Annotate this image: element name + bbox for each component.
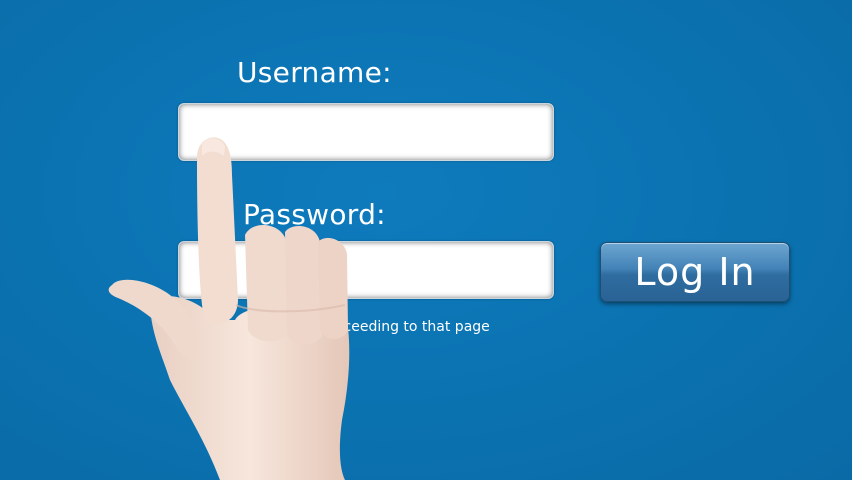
- note-fragment-end: ceeding to that page: [343, 319, 490, 335]
- login-screen: Username: Password: Log In le ceeding to …: [0, 0, 852, 480]
- pointing-hand-icon: [108, 137, 350, 480]
- password-input[interactable]: [178, 241, 554, 299]
- login-note: le ceeding to that page: [186, 319, 490, 335]
- note-fragment-start: le: [186, 319, 199, 335]
- password-label: Password:: [243, 198, 386, 231]
- username-input[interactable]: [178, 103, 554, 161]
- username-label: Username:: [237, 56, 392, 89]
- login-button[interactable]: Log In: [600, 242, 790, 302]
